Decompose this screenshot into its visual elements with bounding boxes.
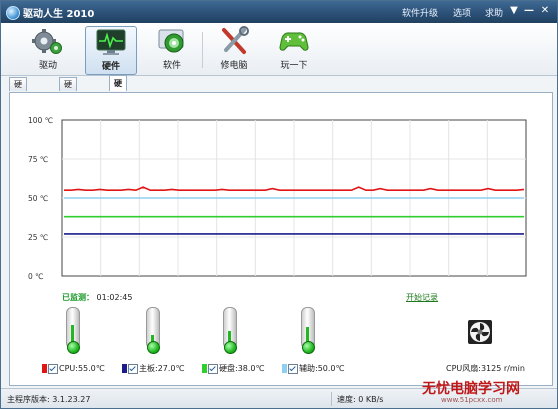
monitored-value: 01:02:45 [96,293,133,302]
y-tick-label: 100 ℃ [28,116,53,125]
app-window: 驱动人生 2010 软件升级 选项 求助 ▼ — ✕ 驱动 硬件 软件 修电脑 … [0,0,558,409]
watermark-url: www.51pcxx.com [441,396,503,404]
gamepad-icon [276,26,312,56]
monitored-label: 已监测： [62,293,94,302]
legend-aux[interactable]: 辅助:50.0℃ [282,363,345,375]
tools-icon [216,26,252,56]
legend-mainboard[interactable]: 主板:27.0℃ [122,363,185,375]
toolbar-driver-button[interactable]: 驱动 [23,26,73,73]
y-tick-label: 0 ℃ [28,272,44,281]
watermark-text: 无忧电脑学习网 [422,381,520,397]
mainboard-thermometer-icon [142,307,162,355]
menu-options[interactable]: 选项 [453,6,471,19]
window-title: 驱动人生 2010 [23,9,95,20]
legend-aux-label: 辅助:50.0℃ [299,364,345,373]
monitored-time: 已监测： 01:02:45 [62,292,132,303]
start-record-link[interactable]: 开始记录 [406,292,438,303]
temperature-chart-svg: 100 ℃ 75 ℃ 50 ℃ 25 ℃ 0 ℃ [28,116,527,281]
tab-hardware-overview[interactable]: 硬件概述 [9,77,27,128]
legend-mainboard-checkbox[interactable] [128,363,138,374]
main-toolbar: 驱动 硬件 软件 修电脑 玩一下 [1,23,557,76]
monitor-pulse-icon [93,27,129,57]
menu-help[interactable]: 求助 [485,6,503,19]
status-divider [331,392,332,406]
tab-hardware-temperature[interactable]: 硬件温度 [109,75,127,133]
fan-icon [468,320,492,344]
toolbar-hardware-button[interactable]: 硬件 [85,26,137,75]
gear-icon [30,26,66,56]
temperature-panel: 100 ℃ 75 ℃ 50 ℃ 25 ℃ 0 ℃ 已监测： 01:02:45 开始记录 [9,92,553,386]
y-tick-label: 75 ℃ [28,155,48,164]
legend-disk-swatch [202,364,207,373]
toolbar-repair-label: 修电脑 [220,61,248,71]
legend-cpu-checkbox[interactable] [48,363,58,374]
title-bar: 驱动人生 2010 软件升级 选项 求助 ▼ — ✕ [1,1,557,23]
speed-text: 速度: 0 KB/s [337,395,384,404]
menu-software-upgrade[interactable]: 软件升级 [402,6,438,19]
legend-aux-checkbox[interactable] [288,363,298,374]
app-logo-icon [6,6,20,20]
legend-mainboard-label: 主板:27.0℃ [139,364,185,373]
disk-thermometer-icon [219,307,239,355]
legend-cpu[interactable]: CPU:55.0℃ [42,363,105,375]
disc-icon [154,26,190,56]
toolbar-play-label: 玩一下 [280,61,308,71]
toolbar-repair-button[interactable]: 修电脑 [209,26,259,73]
tab-hardware-info[interactable]: 硬件信息 [59,77,77,128]
version-text: 主程序版本: 3.1.23.27 [7,395,91,404]
toolbar-play-button[interactable]: 玩一下 [269,26,319,73]
cpu-thermometer-icon [62,307,82,355]
y-tick-label: 50 ℃ [28,194,48,203]
legend-disk-checkbox[interactable] [208,363,218,374]
y-tick-label: 25 ℃ [28,233,48,242]
legend-disk[interactable]: 硬盘:38.0℃ [202,363,265,375]
toolbar-hardware-label: 硬件 [101,62,120,72]
fan-speed-text: CPU风扇:3125 r/min [446,364,525,373]
legend-aux-swatch [282,364,287,373]
toolbar-software-button[interactable]: 软件 [147,26,197,73]
toolbar-driver-label: 驱动 [38,61,57,71]
aux-thermometer-icon [297,307,317,355]
minimize-button[interactable]: — [523,5,535,17]
temperature-chart: 100 ℃ 75 ℃ 50 ℃ 25 ℃ 0 ℃ [20,113,530,285]
legend-mainboard-swatch [122,364,127,373]
legend-cpu-label: CPU:55.0℃ [59,364,105,373]
dropdown-icon[interactable]: ▼ [508,5,520,17]
close-button[interactable]: ✕ [539,5,551,17]
toolbar-software-label: 软件 [162,61,181,71]
legend-cpu-swatch [42,364,47,373]
toolbar-divider [202,32,203,68]
legend-disk-label: 硬盘:38.0℃ [219,364,265,373]
